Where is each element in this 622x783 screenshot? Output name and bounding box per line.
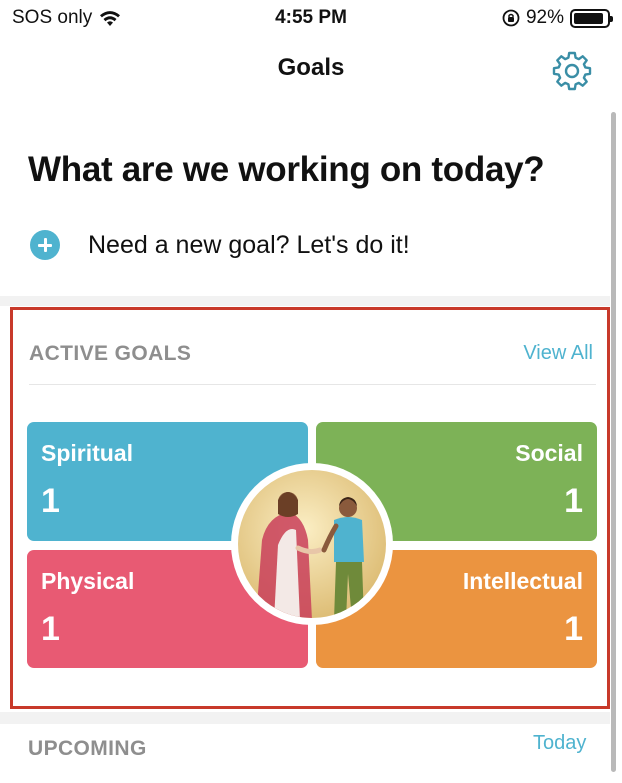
goal-card-label: Physical bbox=[41, 568, 135, 594]
upcoming-today-link[interactable]: Today bbox=[533, 732, 586, 755]
goal-card-label: Social bbox=[515, 440, 583, 466]
new-goal-button[interactable]: Need a new goal? Let's do it! bbox=[30, 230, 410, 260]
gear-icon[interactable] bbox=[552, 51, 592, 91]
goal-card-count: 1 bbox=[564, 610, 583, 648]
active-goals-title: ACTIVE GOALS bbox=[29, 342, 192, 365]
divider bbox=[29, 384, 596, 385]
goal-card-label: Intellectual bbox=[462, 568, 583, 594]
goal-card-count: 1 bbox=[41, 610, 60, 648]
section-divider bbox=[0, 712, 610, 724]
status-bar: SOS only 4:55 PM 92% bbox=[0, 0, 622, 36]
illustration-image bbox=[238, 470, 386, 618]
plus-circle-icon[interactable] bbox=[30, 230, 60, 260]
battery-icon bbox=[570, 8, 613, 28]
goal-card-label: Spiritual bbox=[41, 440, 134, 466]
section-divider bbox=[0, 296, 610, 306]
headline: What are we working on today? bbox=[28, 150, 545, 189]
new-goal-label[interactable]: Need a new goal? Let's do it! bbox=[88, 231, 410, 260]
battery-status: 92% bbox=[502, 7, 613, 29]
upcoming-title: UPCOMING bbox=[28, 737, 147, 760]
goal-card-count: 1 bbox=[564, 482, 583, 520]
goal-card-count: 1 bbox=[41, 482, 60, 520]
rotation-lock-icon bbox=[502, 9, 520, 27]
active-goals-section: ACTIVE GOALS View All Spiritual 1 Social… bbox=[10, 307, 610, 709]
page-title: Goals bbox=[277, 54, 345, 81]
scrollbar[interactable] bbox=[611, 112, 616, 772]
battery-percent: 92% bbox=[525, 7, 564, 28]
center-illustration bbox=[231, 463, 393, 625]
view-all-link[interactable]: View All bbox=[523, 342, 593, 365]
